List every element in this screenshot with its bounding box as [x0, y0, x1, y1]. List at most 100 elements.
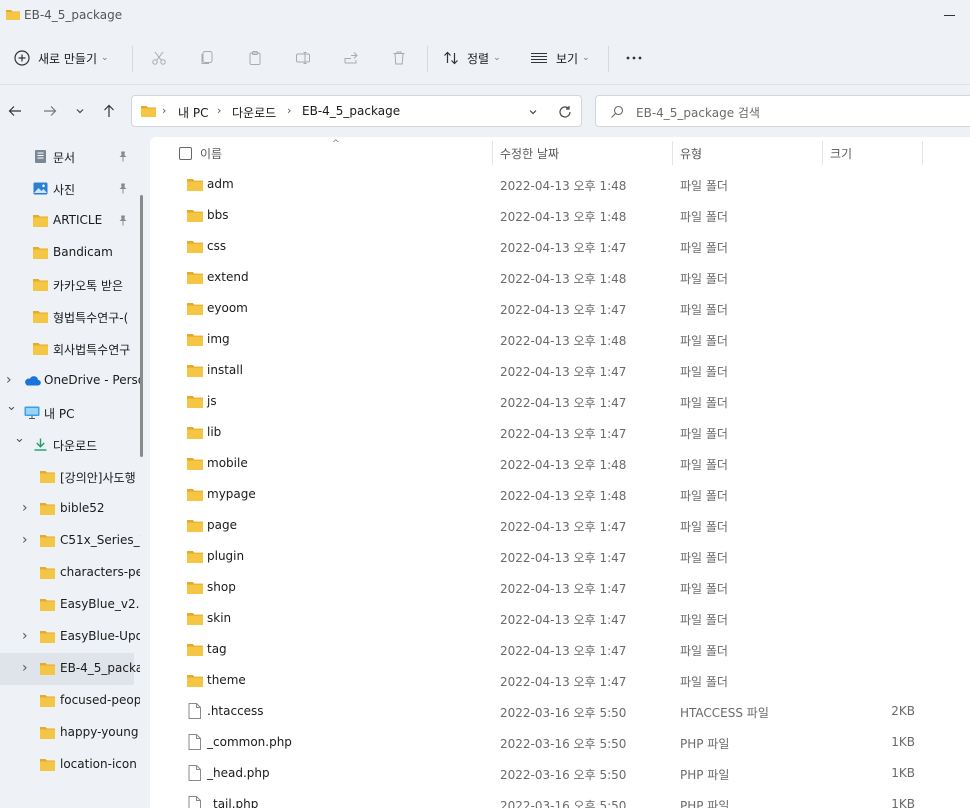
- chevron-right-icon[interactable]: ›: [22, 532, 28, 548]
- nav-item[interactable]: ⌄ 내 PC: [0, 397, 134, 429]
- forward-button[interactable]: [40, 100, 60, 122]
- up-button[interactable]: [99, 100, 119, 122]
- nav-item[interactable]: characters-pe: [0, 557, 140, 589]
- file-type: PHP 파일: [680, 737, 730, 751]
- chevron-right-icon[interactable]: ›: [217, 104, 221, 117]
- file-type: 파일 폴더: [680, 334, 728, 348]
- select-all-checkbox[interactable]: [179, 147, 192, 160]
- chevron-down-icon[interactable]: [528, 107, 538, 117]
- file-row[interactable]: install 2022-04-13 오후 1:47 파일 폴더: [150, 355, 970, 386]
- trash-icon: [393, 51, 405, 65]
- file-row[interactable]: js 2022-04-13 오후 1:47 파일 폴더: [150, 386, 970, 417]
- file-row[interactable]: eyoom 2022-04-13 오후 1:47 파일 폴더: [150, 293, 970, 324]
- nav-item[interactable]: EasyBlue_v2.4: [0, 589, 140, 621]
- nav-item[interactable]: 회사법특수연구: [0, 333, 134, 365]
- back-button[interactable]: [5, 100, 25, 122]
- column-divider[interactable]: [492, 141, 493, 165]
- folder-icon: [187, 241, 203, 253]
- file-row[interactable]: adm 2022-04-13 오후 1:48 파일 폴더: [150, 169, 970, 200]
- nav-item[interactable]: 문서: [0, 141, 134, 173]
- column-header-date[interactable]: 수정한 날짜: [500, 145, 559, 162]
- nav-item[interactable]: › OneDrive - Perso: [0, 365, 140, 397]
- column-divider[interactable]: [922, 141, 923, 165]
- file-row[interactable]: extend 2022-04-13 오후 1:48 파일 폴더: [150, 262, 970, 293]
- column-header-name[interactable]: 이름: [200, 145, 222, 162]
- breadcrumb-item[interactable]: 내 PC: [178, 104, 208, 121]
- nav-item[interactable]: › bible52: [0, 493, 134, 525]
- nav-item-label: 회사법특수연구: [53, 343, 131, 357]
- chevron-down-icon: ⌄: [582, 53, 590, 63]
- address-bar[interactable]: › 내 PC › 다운로드 › EB-4_5_package: [131, 95, 582, 127]
- nav-item[interactable]: › EB-4_5_packa: [0, 653, 140, 685]
- search-icon: [611, 105, 624, 118]
- view-button[interactable]: 보기 ⌄: [530, 42, 590, 74]
- file-date: 2022-04-13 오후 1:48: [500, 179, 627, 193]
- file-row[interactable]: _common.php 2022-03-16 오후 5:50 PHP 파일 1KB: [150, 727, 970, 758]
- chevron-right-icon[interactable]: ›: [22, 660, 28, 676]
- view-button-label: 보기: [556, 51, 579, 66]
- onedrive-icon: [25, 376, 41, 386]
- file-row[interactable]: tag 2022-04-13 오후 1:47 파일 폴더: [150, 634, 970, 665]
- refresh-icon[interactable]: [558, 105, 572, 119]
- file-row[interactable]: _head.php 2022-03-16 오후 5:50 PHP 파일 1KB: [150, 758, 970, 789]
- copy-button[interactable]: [199, 42, 215, 74]
- share-button[interactable]: [343, 42, 359, 74]
- file-row[interactable]: mypage 2022-04-13 오후 1:48 파일 폴더: [150, 479, 970, 510]
- folder-icon: [187, 489, 203, 501]
- file-row[interactable]: plugin 2022-04-13 오후 1:47 파일 폴더: [150, 541, 970, 572]
- nav-item[interactable]: [강의안]사도행: [0, 461, 136, 493]
- nav-item[interactable]: happy-young: [0, 717, 138, 749]
- nav-item[interactable]: focused-peop: [0, 685, 140, 717]
- file-name: mobile: [207, 456, 248, 470]
- column-header-type[interactable]: 유형: [680, 145, 702, 162]
- file-date: 2022-04-13 오후 1:48: [500, 458, 627, 472]
- file-row[interactable]: .htaccess 2022-03-16 오후 5:50 HTACCESS 파일 2K…: [150, 696, 970, 727]
- nav-item[interactable]: 카카오톡 받은: [0, 269, 134, 301]
- file-row[interactable]: theme 2022-04-13 오후 1:47 파일 폴더: [150, 665, 970, 696]
- column-divider[interactable]: [672, 141, 673, 165]
- nav-scrollbar[interactable]: [140, 195, 143, 457]
- recent-locations-button[interactable]: [70, 100, 90, 122]
- more-button[interactable]: [625, 42, 643, 74]
- nav-item[interactable]: 사진: [0, 173, 134, 205]
- paste-button[interactable]: [247, 42, 263, 74]
- file-row[interactable]: _tail.php 2022-03-16 오후 5:50 PHP 파일 1KB: [150, 789, 970, 808]
- sort-icon: [444, 51, 458, 65]
- minimize-icon[interactable]: [944, 15, 955, 16]
- chevron-right-icon[interactable]: ›: [22, 500, 28, 516]
- chevron-down-icon[interactable]: ⌄: [14, 431, 25, 446]
- file-row[interactable]: css 2022-04-13 오후 1:47 파일 폴더: [150, 231, 970, 262]
- column-header-size[interactable]: 크기: [830, 145, 852, 162]
- nav-item[interactable]: › EasyBlue-Upd: [0, 621, 140, 653]
- breadcrumb-item[interactable]: EB-4_5_package: [302, 104, 400, 118]
- folder-icon: [187, 179, 203, 191]
- delete-button[interactable]: [391, 42, 407, 74]
- file-row[interactable]: lib 2022-04-13 오후 1:47 파일 폴더: [150, 417, 970, 448]
- nav-item[interactable]: › C51x_Series_V: [0, 525, 140, 557]
- file-row[interactable]: shop 2022-04-13 오후 1:47 파일 폴더: [150, 572, 970, 603]
- column-divider[interactable]: [822, 141, 823, 165]
- chevron-right-icon[interactable]: ›: [6, 372, 12, 388]
- breadcrumb-item[interactable]: 다운로드: [232, 104, 276, 121]
- chevron-right-icon: ›: [162, 104, 167, 117]
- file-row[interactable]: bbs 2022-04-13 오후 1:48 파일 폴더: [150, 200, 970, 231]
- file-type: 파일 폴더: [680, 272, 728, 286]
- folder-icon: [40, 695, 55, 707]
- nav-item[interactable]: Bandicam: [0, 237, 134, 269]
- cut-button[interactable]: [151, 42, 167, 74]
- file-row[interactable]: skin 2022-04-13 오후 1:47 파일 폴더: [150, 603, 970, 634]
- file-row[interactable]: mobile 2022-04-13 오후 1:48 파일 폴더: [150, 448, 970, 479]
- chevron-right-icon[interactable]: ›: [287, 104, 291, 117]
- nav-item[interactable]: 형법특수연구-(: [0, 301, 134, 333]
- new-button[interactable]: 새로 만들기 ⌄: [14, 42, 109, 74]
- chevron-right-icon[interactable]: ›: [22, 628, 28, 644]
- rename-button[interactable]: [295, 42, 311, 74]
- nav-item[interactable]: ARTICLE: [0, 205, 134, 237]
- sort-button[interactable]: 정렬 ⌄: [443, 42, 501, 74]
- nav-item[interactable]: ⌄ 다운로드: [0, 429, 134, 461]
- file-row[interactable]: page 2022-04-13 오후 1:47 파일 폴더: [150, 510, 970, 541]
- nav-item[interactable]: location-icon: [0, 749, 137, 781]
- file-row[interactable]: img 2022-04-13 오후 1:48 파일 폴더: [150, 324, 970, 355]
- chevron-down-icon[interactable]: ⌄: [6, 399, 17, 414]
- search-input[interactable]: EB-4_5_package 검색: [595, 95, 970, 127]
